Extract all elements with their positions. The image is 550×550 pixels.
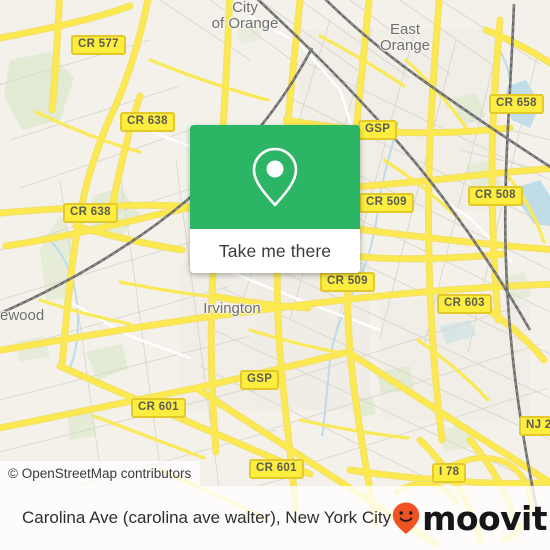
moovit-pin-icon [392, 502, 420, 534]
take-me-there-label: Take me there [218, 240, 332, 261]
shield-cr-658: CR 658 [489, 94, 544, 114]
shield-cr-509-left: CR 509 [359, 193, 414, 213]
shield-cr-509-mid: CR 509 [320, 272, 375, 292]
location-title: Carolina Ave (carolina ave walter), New … [22, 508, 392, 527]
card-icon-area [190, 125, 360, 229]
shield-cr-638-top: CR 638 [120, 112, 175, 132]
footer-bar: Carolina Ave (carolina ave walter), New … [0, 486, 550, 550]
location-pin-icon [252, 147, 298, 207]
card-action-area[interactable]: Take me there [190, 229, 360, 273]
shield-nj-21: NJ 21 [519, 416, 550, 436]
shield-gsp-top: GSP [358, 120, 398, 140]
moovit-wordmark: moovit [422, 498, 547, 538]
take-me-there-card[interactable]: Take me there [190, 125, 360, 273]
shield-cr-603: CR 603 [437, 294, 492, 314]
shield-cr-638-left: CR 638 [63, 203, 118, 223]
openstreetmap-attribution[interactable]: © OpenStreetMap contributors [0, 461, 201, 486]
shield-cr-601-left: CR 601 [131, 398, 186, 418]
moovit-logo[interactable]: moovit [391, 501, 547, 535]
place-label-east-orange: East Orange [379, 21, 431, 54]
shield-cr-508: CR 508 [468, 186, 523, 206]
place-label-maplewood: ewood [0, 307, 45, 324]
shield-i-78: I 78 [432, 463, 467, 483]
place-label-city-of-orange: City of Orange [211, 0, 279, 32]
moovit-map-screen: .w { fill:none; stroke:#fbe94f; stroke-l… [0, 0, 550, 550]
shield-gsp-mid: GSP [240, 370, 280, 390]
map-canvas[interactable]: .w { fill:none; stroke:#fbe94f; stroke-l… [0, 0, 550, 550]
shield-cr-577: CR 577 [71, 35, 126, 55]
place-label-irvington: Irvington [203, 300, 261, 317]
shield-cr-601-bottom: CR 601 [249, 459, 304, 479]
